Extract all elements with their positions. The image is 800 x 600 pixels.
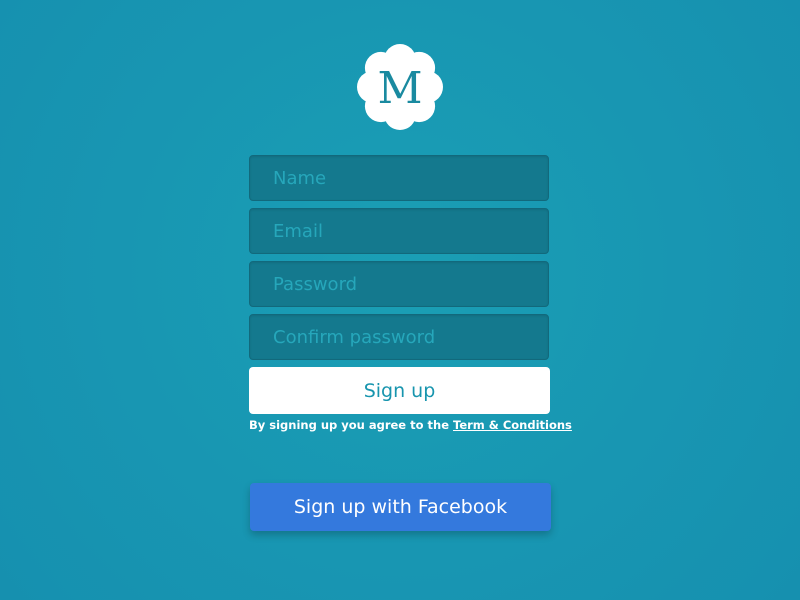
confirm-password-input[interactable] — [249, 314, 549, 360]
logo-letter: M — [377, 63, 422, 114]
email-input[interactable] — [249, 208, 549, 254]
name-input[interactable] — [249, 155, 549, 201]
facebook-signup-button[interactable]: Sign up with Facebook — [250, 483, 551, 531]
sign-up-button[interactable]: Sign up — [249, 367, 550, 414]
terms-notice: By signing up you agree to the Term & Co… — [249, 418, 572, 432]
signup-form: Sign up By signing up you agree to the T… — [249, 155, 572, 432]
logo: M — [357, 44, 443, 130]
terms-link[interactable]: Term & Conditions — [453, 418, 572, 432]
scalloped-badge-icon: M — [357, 44, 443, 130]
password-input[interactable] — [249, 261, 549, 307]
terms-text: By signing up you agree to the — [249, 418, 454, 432]
